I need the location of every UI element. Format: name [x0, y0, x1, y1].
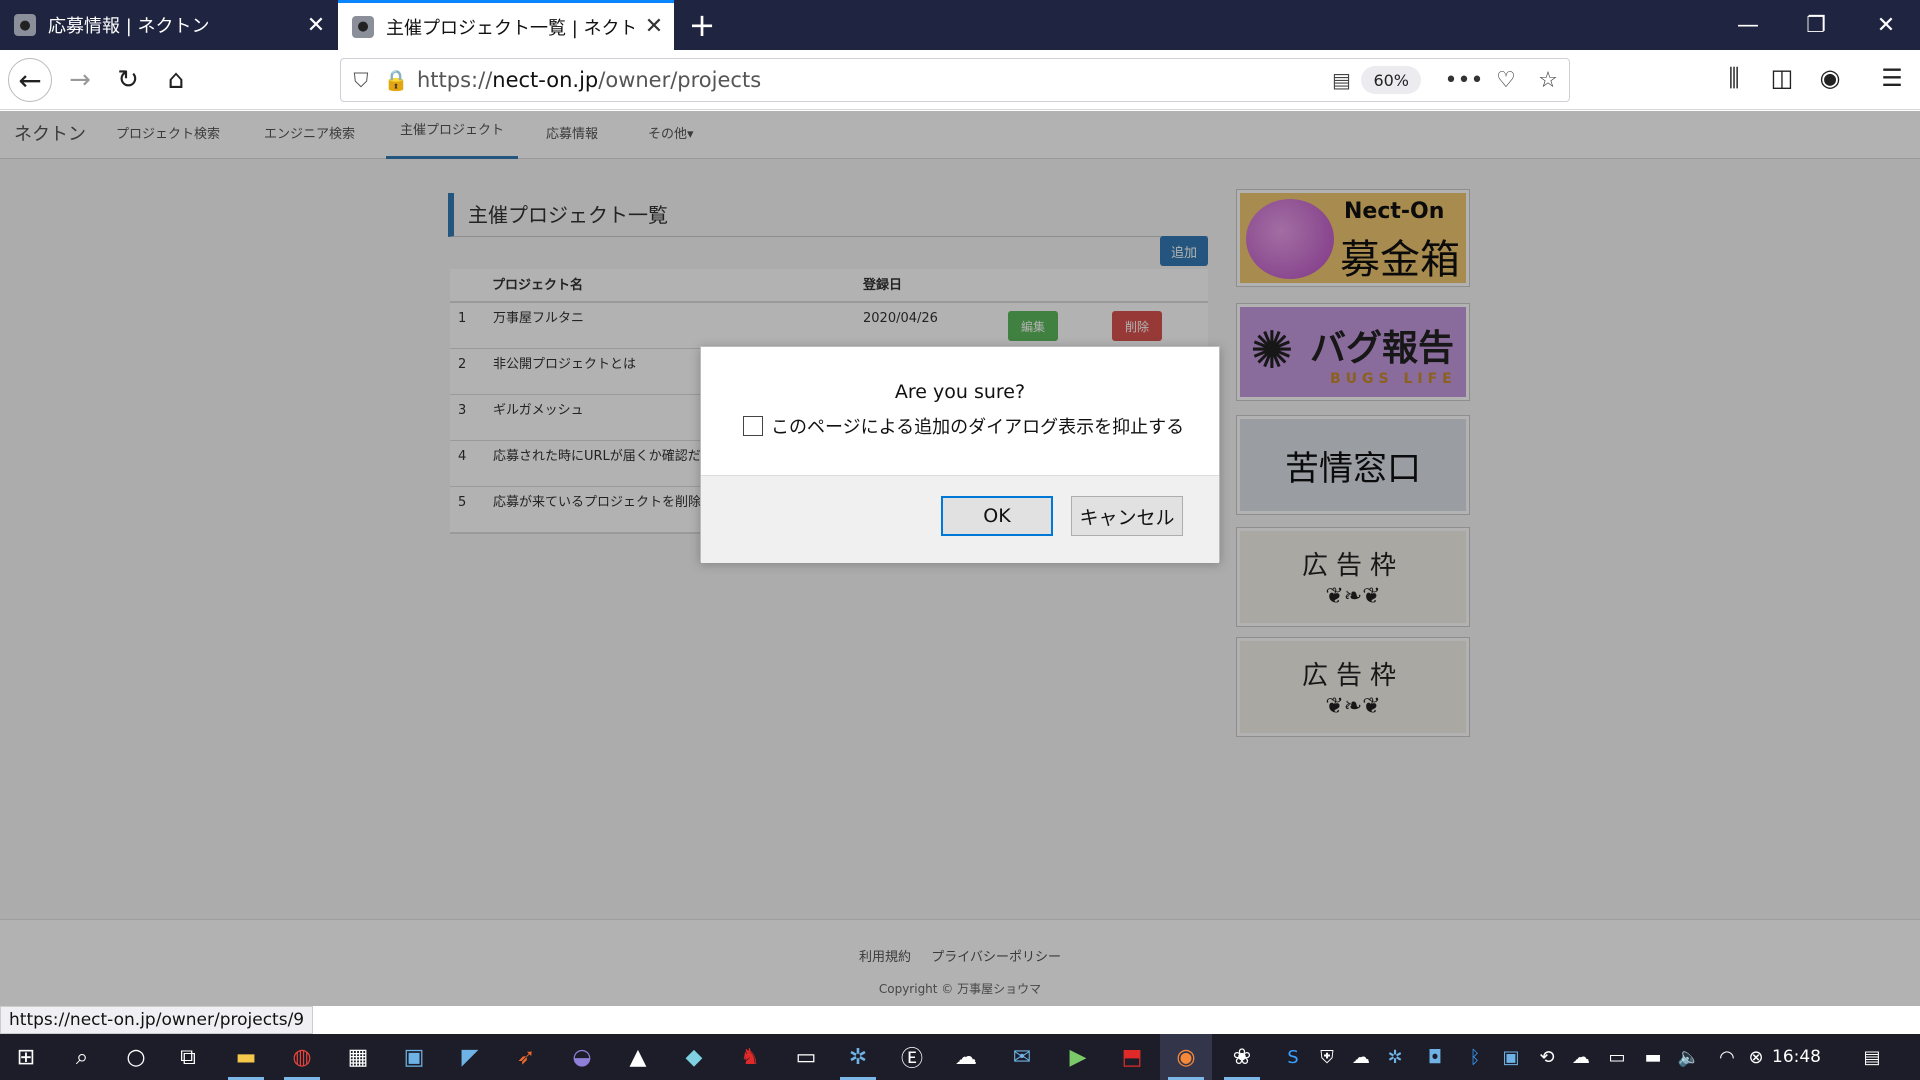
dialog-message: Are you sure?	[894, 381, 1026, 403]
page-actions-icon[interactable]: •••	[1443, 68, 1485, 93]
forward-icon[interactable]: →	[60, 60, 100, 100]
tray-cloud-icon[interactable]: ☁	[1566, 1034, 1596, 1080]
notification-center-icon[interactable]: ▤	[1852, 1034, 1892, 1080]
tray-app-icon[interactable]: ▣	[1496, 1034, 1526, 1080]
volume-icon[interactable]: 🔈	[1674, 1034, 1704, 1080]
store-icon[interactable]: ▦	[332, 1034, 384, 1080]
tab-title: 応募情報 | ネクトン	[48, 16, 210, 37]
new-tab-icon[interactable]: +	[682, 6, 722, 44]
onedrive-icon[interactable]: ☁	[1346, 1034, 1376, 1080]
app-icon[interactable]: ▲	[612, 1034, 664, 1080]
terminal-icon[interactable]: ▭	[780, 1034, 832, 1080]
reader-view-icon[interactable]: ▤	[1321, 68, 1361, 92]
tray-app-icon[interactable]: ◘	[1420, 1034, 1450, 1080]
close-tab-icon[interactable]: ✕	[296, 13, 336, 38]
tab-applications[interactable]: ● 応募情報 | ネクトン ✕	[0, 0, 336, 50]
app-icon[interactable]: ◆	[668, 1034, 720, 1080]
suppress-dialogs-checkbox[interactable]	[743, 416, 763, 436]
tab-title: 主催プロジェクト一覧 | ネクトン	[386, 17, 634, 39]
app-icon[interactable]: ▣	[388, 1034, 440, 1080]
mail-icon[interactable]: ✉	[996, 1034, 1048, 1080]
network-error-icon[interactable]: ⊗	[1744, 1034, 1768, 1080]
ok-button[interactable]: OK	[941, 496, 1053, 536]
window-close-icon[interactable]: ✕	[1852, 0, 1920, 50]
pdf-icon[interactable]: ⬒	[1106, 1034, 1158, 1080]
skype-icon[interactable]: S	[1278, 1034, 1308, 1080]
link-status-bar: https://nect-on.jp/owner/projects/9	[0, 1006, 314, 1034]
battery-icon[interactable]: ▬	[1638, 1034, 1668, 1080]
bluetooth-icon[interactable]: ᛒ	[1460, 1034, 1490, 1080]
app-icon[interactable]: ❀	[1216, 1034, 1268, 1080]
defender-icon[interactable]: ⛨	[1312, 1034, 1342, 1080]
browser-nav-bar: ← → ↻ ⌂ ⛉ 🔒 https://nect-on.jp/owner/pro…	[0, 50, 1920, 110]
app-icon[interactable]: ◤	[444, 1034, 496, 1080]
menu-icon[interactable]: ☰	[1872, 64, 1912, 96]
lock-icon[interactable]: 🔒	[381, 68, 411, 92]
library-icon[interactable]: ⫼	[1714, 64, 1754, 96]
suppress-dialogs-row[interactable]: このページによる追加のダイアログ表示を抑止する	[743, 413, 1184, 439]
tracking-shield-icon[interactable]: ⛉	[341, 68, 381, 92]
app-icon[interactable]: ♞	[724, 1034, 776, 1080]
firefox-icon[interactable]: ◉	[1160, 1034, 1212, 1080]
sidebar-icon[interactable]: ◫	[1762, 64, 1802, 96]
cortana-icon[interactable]: ○	[110, 1034, 162, 1080]
url-bar[interactable]: ⛉ 🔒 https://nect-on.jp/owner/projects ▤ …	[340, 58, 1570, 102]
app-icon[interactable]: ▶	[1052, 1034, 1104, 1080]
app-icon[interactable]: Ⓔ	[886, 1034, 938, 1080]
app-icon[interactable]: ➶	[500, 1034, 552, 1080]
restore-icon[interactable]: ❐	[1782, 0, 1850, 50]
file-explorer-icon[interactable]: ▬	[220, 1034, 272, 1080]
dialog-footer: OK キャンセル	[701, 475, 1219, 563]
display-icon[interactable]: ▭	[1602, 1034, 1632, 1080]
account-icon[interactable]: ◉	[1810, 64, 1850, 96]
zoom-level[interactable]: 60%	[1361, 66, 1421, 94]
url-text[interactable]: https://nect-on.jp/owner/projects	[411, 68, 1321, 92]
tab-owner-projects[interactable]: ● 主催プロジェクト一覧 | ネクトン ✕	[338, 0, 674, 50]
site-favicon-icon: ●	[14, 14, 36, 36]
browser-tab-bar: ● 応募情報 | ネクトン ✕ ● 主催プロジェクト一覧 | ネクトン ✕ + …	[0, 0, 1920, 50]
back-icon[interactable]: ←	[8, 58, 52, 102]
start-icon[interactable]: ⊞	[0, 1034, 52, 1080]
bookmark-star-icon[interactable]: ☆	[1527, 68, 1569, 93]
windows-taskbar: ⊞ ⌕ ○ ⧉ ▬ ◍ ▦ ▣ ◤ ➶ ◒ ▲ ◆ ♞ ▭ ✲ Ⓔ ☁ ✉ ▶ …	[0, 1034, 1920, 1080]
app-icon[interactable]: ✲	[832, 1034, 884, 1080]
minimize-icon[interactable]: —	[1714, 0, 1782, 50]
suppress-dialogs-label[interactable]: このページによる追加のダイアログ表示を抑止する	[771, 413, 1184, 439]
site-favicon-icon: ●	[352, 15, 374, 38]
search-icon[interactable]: ⌕	[56, 1034, 108, 1080]
cancel-button[interactable]: キャンセル	[1071, 496, 1183, 536]
reload-icon[interactable]: ↻	[108, 60, 148, 100]
app-icon[interactable]: ◒	[556, 1034, 608, 1080]
taskbar-clock[interactable]: 16:48	[1772, 1034, 1821, 1080]
tray-app-icon[interactable]: ✲	[1380, 1034, 1410, 1080]
app-icon[interactable]: ☁	[940, 1034, 992, 1080]
pocket-icon[interactable]: ♡	[1485, 68, 1527, 93]
chrome-icon[interactable]: ◍	[276, 1034, 328, 1080]
task-view-icon[interactable]: ⧉	[162, 1034, 214, 1080]
close-tab-icon[interactable]: ✕	[634, 14, 674, 39]
tray-app-icon[interactable]: ⟲	[1532, 1034, 1562, 1080]
home-icon[interactable]: ⌂	[156, 60, 196, 100]
wifi-icon[interactable]: ◠	[1712, 1034, 1742, 1080]
confirm-dialog: Are you sure? このページによる追加のダイアログ表示を抑止する OK…	[700, 346, 1220, 563]
